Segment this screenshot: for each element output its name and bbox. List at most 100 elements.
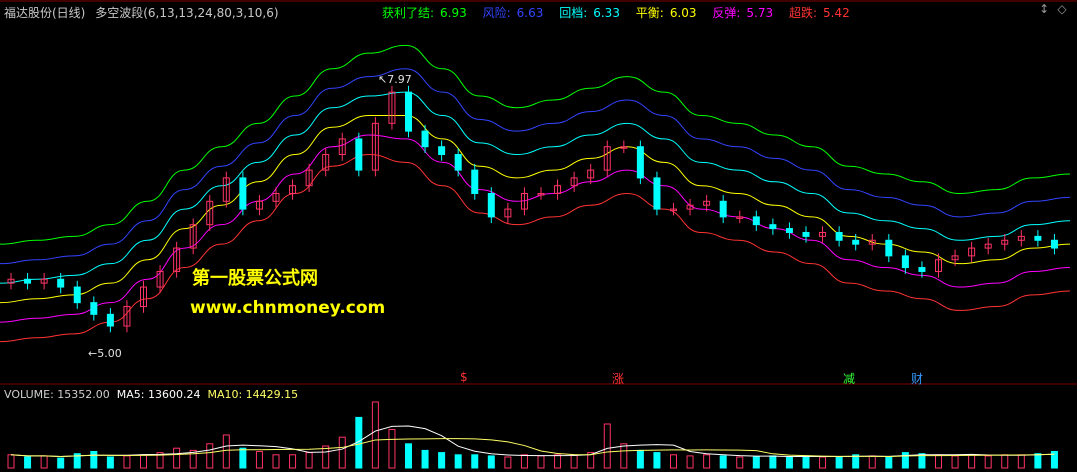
- volume-header: VOLUME: 15352.00 MA5: 13600.24 MA10: 144…: [4, 388, 298, 401]
- volume-bar: [835, 456, 843, 469]
- candle-body: [785, 228, 793, 233]
- volume-bar: [968, 454, 976, 469]
- candle-body: [355, 138, 363, 171]
- volume-bar: [123, 455, 131, 469]
- candle-body: [487, 193, 495, 218]
- volume-bar: [1034, 453, 1042, 469]
- volume-bar: [421, 449, 429, 469]
- volume-bar: [206, 443, 214, 469]
- volume-bar: [984, 455, 992, 469]
- candle-body: [752, 216, 760, 226]
- candle-body: [769, 224, 777, 230]
- volume-bar: [438, 452, 446, 469]
- volume-bar: [620, 443, 628, 469]
- volume-bar: [338, 436, 346, 469]
- candle-body: [1034, 235, 1042, 241]
- volume-bar: [802, 455, 810, 469]
- volume-bar: [140, 454, 147, 469]
- volume-ma10: MA10: 14429.15: [207, 388, 299, 401]
- band-line-1: [0, 68, 1071, 265]
- chart-window: 福达股份(日线) 多空波段(6,13,13,24,80,3,10,6) 获利了结…: [0, 0, 1077, 472]
- volume-bar: [289, 454, 297, 469]
- volume-bar: [752, 456, 760, 469]
- volume-bar: [471, 454, 479, 469]
- candle-body: [421, 130, 429, 148]
- volume-bar: [670, 454, 677, 469]
- candle-body: [1050, 239, 1058, 249]
- marker-dollar: $: [460, 370, 468, 384]
- volume-bar: [504, 456, 512, 469]
- volume-bar: [487, 455, 495, 469]
- candle-body: [106, 313, 114, 327]
- candle-body: [405, 91, 412, 132]
- volume-bar: [405, 443, 412, 469]
- volume-bar: [90, 451, 98, 469]
- volume-bar: [703, 454, 711, 469]
- volume-ma5: MA5: 13600.24: [116, 388, 201, 401]
- volume-bar: [819, 456, 827, 469]
- low-annotation: ←5.00: [88, 347, 122, 360]
- volume-bar: [322, 445, 330, 469]
- candle-body: [636, 146, 644, 179]
- volume-bar: [885, 456, 893, 469]
- volume-bar: [785, 456, 793, 469]
- volume-bar: [57, 457, 65, 469]
- candle-body: [57, 278, 65, 288]
- volume-bar: [239, 447, 247, 469]
- candle-body: [852, 239, 860, 245]
- volume-value: VOLUME: 15352.00: [4, 388, 110, 401]
- volume-bar: [719, 455, 727, 469]
- candle-body: [885, 239, 893, 257]
- volume-bar: [636, 449, 644, 469]
- volume-bar: [255, 451, 263, 469]
- volume-bar: [769, 455, 777, 469]
- volume-bar: [388, 429, 396, 469]
- candle-body: [918, 267, 926, 272]
- candle-body: [438, 146, 446, 156]
- volume-bar: [24, 456, 32, 469]
- candle-body: [24, 278, 32, 284]
- candle-body: [802, 231, 810, 237]
- volume-bar: [1017, 454, 1025, 469]
- marker-reduce: 减: [843, 372, 856, 386]
- volume-bar: [222, 434, 230, 469]
- volume-bar: [537, 455, 545, 469]
- candle-body: [90, 302, 98, 315]
- volume-bar: [272, 454, 280, 469]
- candle-body: [73, 286, 81, 304]
- volume-bar: [1001, 454, 1009, 469]
- volume-bar: [371, 401, 379, 469]
- candle-body: [653, 177, 661, 210]
- volume-bar: [653, 452, 661, 469]
- volume-ma5-line: [10, 425, 1055, 458]
- candle-body: [719, 200, 727, 218]
- candle-body: [239, 177, 247, 210]
- volume-bar: [603, 423, 611, 469]
- candle-body: [471, 169, 479, 194]
- volume-bar: [951, 455, 959, 469]
- volume-bar: [686, 455, 694, 469]
- volume-bar: [305, 452, 313, 469]
- volume-bar: [454, 454, 462, 469]
- marker-finance: 财: [911, 372, 924, 386]
- watermark-title: 第一股票公式网: [192, 268, 318, 289]
- high-annotation: ↖7.97: [378, 73, 412, 86]
- volume-bar: [554, 454, 562, 469]
- band-line-5: [0, 154, 1071, 343]
- volume-bar: [173, 447, 181, 469]
- volume-bar: [570, 454, 578, 469]
- marker-rise: 涨: [612, 372, 625, 386]
- volume-bar: [7, 454, 15, 469]
- candle-body: [454, 154, 462, 171]
- watermark-url: www.chnmoney.com: [190, 298, 386, 318]
- candle-body: [901, 255, 909, 269]
- price-chart: [0, 0, 1077, 469]
- volume-bar: [736, 456, 744, 469]
- volume-bar: [868, 455, 876, 469]
- volume-bar: [40, 455, 48, 469]
- candle-body: [835, 231, 843, 241]
- volume-bar: [935, 454, 942, 469]
- band-line-4: [0, 134, 1071, 323]
- band-line-2: [0, 91, 1071, 284]
- volume-bar: [106, 456, 114, 469]
